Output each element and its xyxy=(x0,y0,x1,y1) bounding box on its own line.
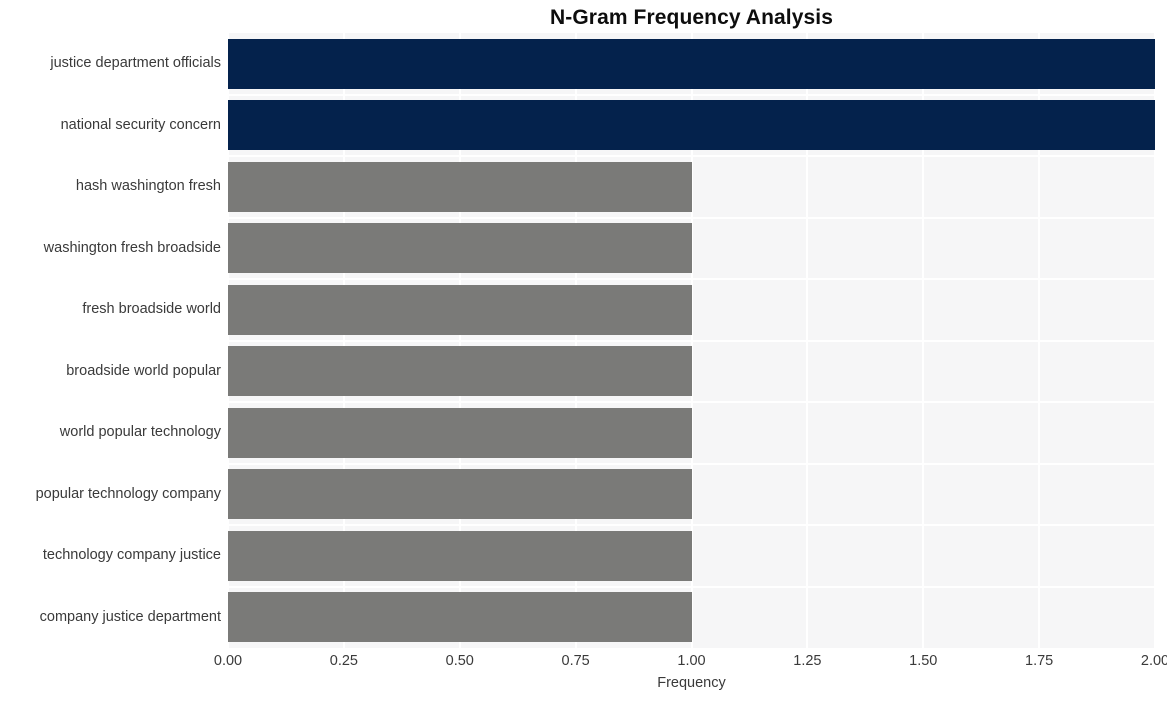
bar[interactable] xyxy=(228,469,692,520)
x-axis-tick-label: 1.50 xyxy=(909,653,938,669)
y-axis-tick-label: technology company justice xyxy=(42,547,221,564)
page-title: N-Gram Frequency Analysis xyxy=(550,6,833,29)
gridline-horizontal xyxy=(228,93,1155,96)
x-axis-tick-label: 0.50 xyxy=(445,653,474,669)
gridline-horizontal xyxy=(228,339,1155,342)
gridline-horizontal xyxy=(228,585,1155,588)
bar[interactable] xyxy=(228,592,692,643)
y-axis-tick-label: washington fresh broadside xyxy=(43,239,221,256)
gridline-horizontal xyxy=(228,155,1155,157)
gridline-horizontal xyxy=(228,462,1155,465)
x-axis-tick-label: 0.75 xyxy=(561,653,590,669)
x-axis-tick-label: 1.75 xyxy=(1025,653,1054,669)
bar[interactable] xyxy=(228,161,692,212)
bar[interactable] xyxy=(228,407,692,458)
bar[interactable] xyxy=(228,530,692,581)
chart-figure: N-Gram Frequency Analysis justice depart… xyxy=(0,0,1167,701)
y-axis-tick-label: fresh broadside world xyxy=(82,301,221,318)
gridline-horizontal xyxy=(228,278,1155,280)
gridline-horizontal xyxy=(228,216,1155,219)
y-axis-tick-label: national security concern xyxy=(60,116,221,133)
y-axis-tick-label: justice department officials xyxy=(50,55,221,72)
bar[interactable] xyxy=(228,223,692,274)
y-axis-tick-label: hash washington fresh xyxy=(75,178,221,195)
y-axis-tick-label: popular technology company xyxy=(35,485,221,502)
x-axis-tick-label: 1.25 xyxy=(793,653,822,669)
x-axis-tick-label: 0.25 xyxy=(329,653,358,669)
y-axis-tick-label: broadside world popular xyxy=(66,362,221,379)
y-axis-tick-label: world popular technology xyxy=(59,424,221,441)
plot-area xyxy=(228,33,1155,648)
gridline-horizontal xyxy=(228,401,1155,403)
x-axis-tick-label: 1.00 xyxy=(677,653,706,669)
x-axis-tick-label: 2.00 xyxy=(1140,653,1167,669)
bar[interactable] xyxy=(228,346,692,397)
x-axis-tick-labels: 0.00 0.25 0.50 0.75 1.00 1.25 1.50 1.75 2.00 xyxy=(214,652,1167,672)
bar[interactable] xyxy=(228,100,1155,151)
gridline-horizontal xyxy=(228,524,1155,526)
bar[interactable] xyxy=(228,38,1155,89)
bar[interactable] xyxy=(228,284,692,335)
y-axis-tick-labels: justice department officials national sec… xyxy=(0,33,221,648)
x-axis-label: Frequency xyxy=(657,675,726,691)
x-axis-tick-label: 0.00 xyxy=(213,653,243,669)
y-axis-tick-label: company justice department xyxy=(39,608,221,625)
